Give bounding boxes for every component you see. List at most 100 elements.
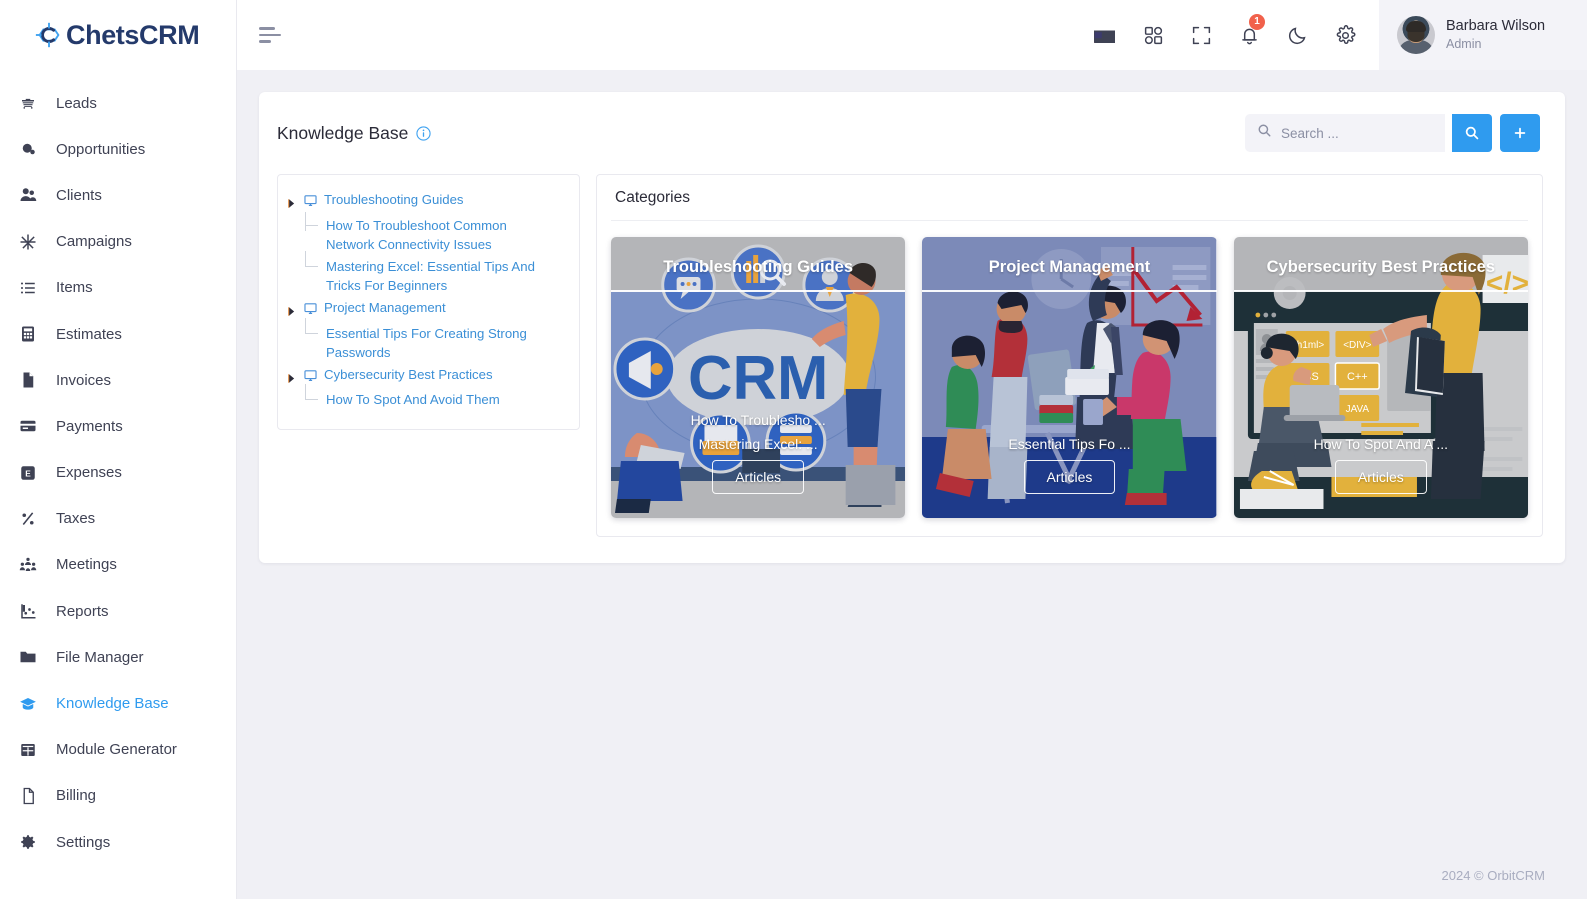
card-overlay: Troubleshooting Guides How To Troublesho… [611,237,906,518]
footer: 2024 © OrbitCRM [237,851,1587,899]
sidebar-item-label: Campaigns [56,233,132,251]
sidebar-item-opportunities[interactable]: Opportunities [0,126,236,172]
chevron-right-icon[interactable] [288,190,298,214]
tree-elbow [302,250,326,276]
title-underline [1233,290,1528,292]
tree-root-node[interactable]: Cybersecurity Best Practices [288,364,567,390]
plus-icon [1514,127,1526,139]
app-root: ChetsCRM Leads Opportunities Clients Cam… [0,0,1587,899]
chevron-right-icon[interactable] [288,298,298,322]
sidebar-item-items[interactable]: Items [0,265,236,311]
sidebar-item-label: Leads [56,94,97,112]
sidebar-nav: Leads Opportunities Clients Campaigns It… [0,70,236,865]
sidebar-item-label: Items [56,279,93,297]
tree-root-node[interactable]: Troubleshooting Guides [288,189,567,215]
knowledge-base-icon [18,694,38,714]
sidebar-item-label: File Manager [56,648,144,666]
user-profile-menu[interactable]: Barbara Wilson Admin [1379,0,1587,70]
tree-leaf-node[interactable]: Mastering Excel: Essential Tips And Tric… [288,250,567,297]
sidebar-item-knowledge-base[interactable]: Knowledge Base [0,680,236,726]
tree-leaf-label[interactable]: Mastering Excel: Essential Tips And Tric… [326,257,554,296]
sidebar-item-label: Knowledge Base [56,695,169,713]
monitor-icon [304,365,318,388]
footer-copyright: 2024 © OrbitCRM [1441,867,1546,883]
category-card-cybersecurity-best-practices[interactable]: </> <h1ml> <DIV> C++ JAVA Cybersecurity … [1233,237,1528,518]
module-generator-icon [18,740,38,760]
search-input[interactable] [1281,125,1431,141]
tree-elbow [302,384,326,409]
sidebar: ChetsCRM Leads Opportunities Clients Cam… [0,0,237,899]
card-overlay: Cybersecurity Best Practices How To Spot… [1233,237,1528,518]
sidebar-item-billing[interactable]: Billing [0,773,236,819]
brand-name: ChetsCRM [66,19,200,50]
sidebar-item-clients[interactable]: Clients [0,172,236,218]
categories-grid: CRM Troubleshooting Guides How To Troubl… [597,221,1542,536]
topbar: 1 Barbara Wilson Admin [237,0,1587,70]
sidebar-item-taxes[interactable]: Taxes [0,496,236,542]
articles-button[interactable]: Articles [1023,460,1116,494]
card-article-link[interactable]: How To Spot And A ... [1314,436,1448,452]
knowledge-tree: Troubleshooting Guides How To Troublesho… [277,174,580,430]
card-links: How To Spot And A ... Articles [1234,436,1528,510]
search-box[interactable] [1245,114,1445,152]
items-icon [18,278,38,298]
campaigns-icon [18,232,38,252]
sidebar-item-module-generator[interactable]: Module Generator [0,727,236,773]
tree-leaf-label[interactable]: How To Troubleshoot Common Network Conne… [326,216,554,255]
sidebar-item-label: Payments [56,417,123,435]
sidebar-item-label: Estimates [56,325,122,343]
sidebar-item-settings[interactable]: Settings [0,819,236,865]
hamburger-icon[interactable] [259,22,285,48]
tree-leaf-label[interactable]: How To Spot And Avoid Them [326,390,500,410]
fullscreen-icon[interactable] [1177,0,1225,70]
sidebar-item-reports[interactable]: Reports [0,588,236,634]
card-article-link[interactable]: Essential Tips Fo ... [1008,436,1130,452]
sidebar-item-expenses[interactable]: E Expenses [0,450,236,496]
language-flag-icon[interactable] [1081,0,1129,70]
sidebar-item-label: Settings [56,833,111,851]
search-button[interactable] [1452,114,1492,152]
page-header: Knowledge Base [259,92,1565,174]
apps-grid-icon[interactable] [1129,0,1177,70]
file-manager-icon [18,647,38,667]
svg-text:E: E [25,469,31,478]
articles-button[interactable]: Articles [712,460,805,494]
sidebar-item-file-manager[interactable]: File Manager [0,634,236,680]
sidebar-item-campaigns[interactable]: Campaigns [0,219,236,265]
sidebar-item-leads[interactable]: Leads [0,80,236,126]
sidebar-item-invoices[interactable]: Invoices [0,357,236,403]
payments-icon [18,416,38,436]
card-article-link[interactable]: How To Troublesho ... [691,412,826,428]
tree-node-label[interactable]: Project Management [324,298,446,318]
settings-gear-icon[interactable] [1321,0,1369,70]
sidebar-item-label: Billing [56,787,97,805]
sidebar-item-meetings[interactable]: Meetings [0,542,236,588]
tree-leaf-node[interactable]: Essential Tips For Creating Strong Passw… [288,317,567,364]
category-card-project-management[interactable]: Project Management Essential Tips Fo ...… [922,237,1217,518]
page-body: Troubleshooting Guides How To Troublesho… [259,174,1565,563]
card-article-link[interactable]: Mastering Excel: ... [699,436,818,452]
tree-node-label[interactable]: Cybersecurity Best Practices [324,365,493,385]
articles-button[interactable]: Articles [1334,460,1427,494]
sidebar-item-estimates[interactable]: Estimates [0,311,236,357]
brand-logo[interactable]: ChetsCRM [0,0,236,70]
category-title: Cybersecurity Best Practices [1266,258,1495,276]
sidebar-item-label: Opportunities [56,140,146,158]
add-article-button[interactable] [1500,114,1540,152]
meetings-icon [18,555,38,575]
tree-node-label[interactable]: Troubleshooting Guides [324,190,464,210]
tree-leaf-node[interactable]: How To Spot And Avoid Them [288,384,567,411]
dark-mode-moon-icon[interactable] [1273,0,1321,70]
info-circle-icon[interactable] [416,125,431,141]
invoices-icon [18,370,38,390]
category-card-troubleshooting-guides[interactable]: CRM Troubleshooting Guides How To Troubl… [611,237,906,518]
title-underline [611,290,906,292]
sidebar-item-label: Invoices [56,371,112,389]
tree-leaf-label[interactable]: Essential Tips For Creating Strong Passw… [326,324,554,363]
notifications-bell-icon[interactable]: 1 [1225,0,1273,70]
chevron-right-icon[interactable] [288,365,298,389]
tree-root-node[interactable]: Project Management [288,297,567,323]
sidebar-item-payments[interactable]: Payments [0,403,236,449]
tree-leaf-node[interactable]: How To Troubleshoot Common Network Conne… [288,211,567,256]
clients-icon [18,185,38,205]
